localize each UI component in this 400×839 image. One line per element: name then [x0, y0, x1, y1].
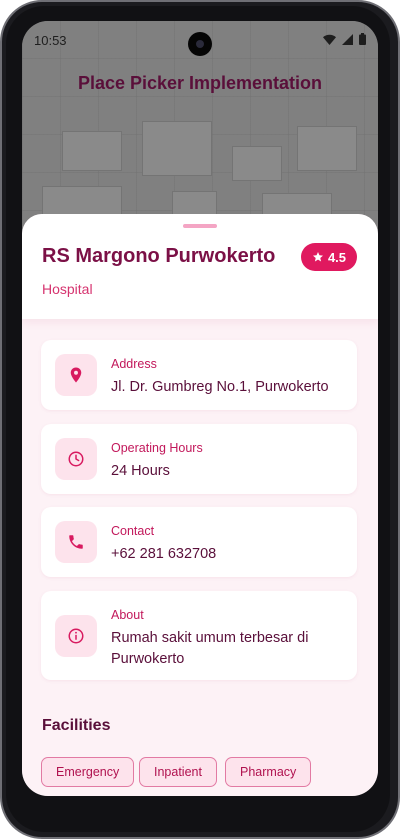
about-label: About [111, 608, 144, 622]
facility-chip-emergency[interactable]: Emergency [41, 757, 135, 787]
place-name: RS Margono Purwokerto [42, 245, 276, 267]
facilities-heading: Facilities [42, 717, 111, 734]
contact-label: Contact [111, 524, 155, 538]
rating-badge: 4.5 [301, 243, 357, 271]
device-chin [22, 796, 378, 816]
address-value: Jl. Dr. Gumbreg No.1, Purwokerto [111, 379, 329, 395]
sheet-header: RS Margono Purwokerto Hospital 4.5 [22, 214, 378, 319]
map-building [42, 186, 122, 216]
map-building [262, 193, 332, 215]
front-camera [188, 32, 212, 56]
hours-label: Operating Hours [111, 441, 203, 455]
hours-value: 24 Hours [111, 463, 170, 479]
info-icon [55, 615, 97, 657]
map-building [232, 146, 282, 181]
star-icon [312, 252, 323, 262]
map-building [172, 191, 217, 216]
address-label: Address [111, 357, 157, 371]
about-card: About Rumah sakit umum terbesar di Purwo… [41, 591, 357, 680]
place-type: Hospital [42, 281, 93, 297]
phone-icon [55, 521, 97, 563]
rating-value: 4.5 [327, 249, 347, 265]
status-bar: 10:53 [22, 21, 378, 61]
signal-icon [342, 33, 353, 45]
status-time: 10:53 [34, 33, 67, 48]
facility-chip-inpatient[interactable]: Inpatient [139, 757, 217, 787]
hours-card: Operating Hours 24 Hours [41, 424, 357, 494]
map-building [142, 121, 212, 176]
map-building [62, 131, 122, 171]
drag-handle[interactable] [183, 224, 217, 228]
status-icons [323, 33, 366, 45]
contact-card[interactable]: Contact +62 281 632708 [41, 507, 357, 577]
facility-chip-pharmacy[interactable]: Pharmacy [225, 757, 312, 787]
battery-icon [359, 33, 366, 45]
app-bar-title: Place Picker Implementation [77, 73, 323, 93]
location-pin-icon [55, 354, 97, 396]
place-details-sheet: RS Margono Purwokerto Hospital 4.5 Addre… [22, 214, 378, 796]
wifi-icon [323, 34, 336, 45]
phone-screen: 10:53 Place Picker Implementation RS Mar… [22, 21, 378, 796]
address-card: Address Jl. Dr. Gumbreg No.1, Purwokerto [41, 340, 357, 410]
contact-value: +62 281 632708 [111, 546, 217, 562]
clock-icon [55, 438, 97, 480]
map-building [297, 126, 357, 171]
about-value: Rumah sakit umum terbesar di Purwokerto [111, 630, 309, 667]
